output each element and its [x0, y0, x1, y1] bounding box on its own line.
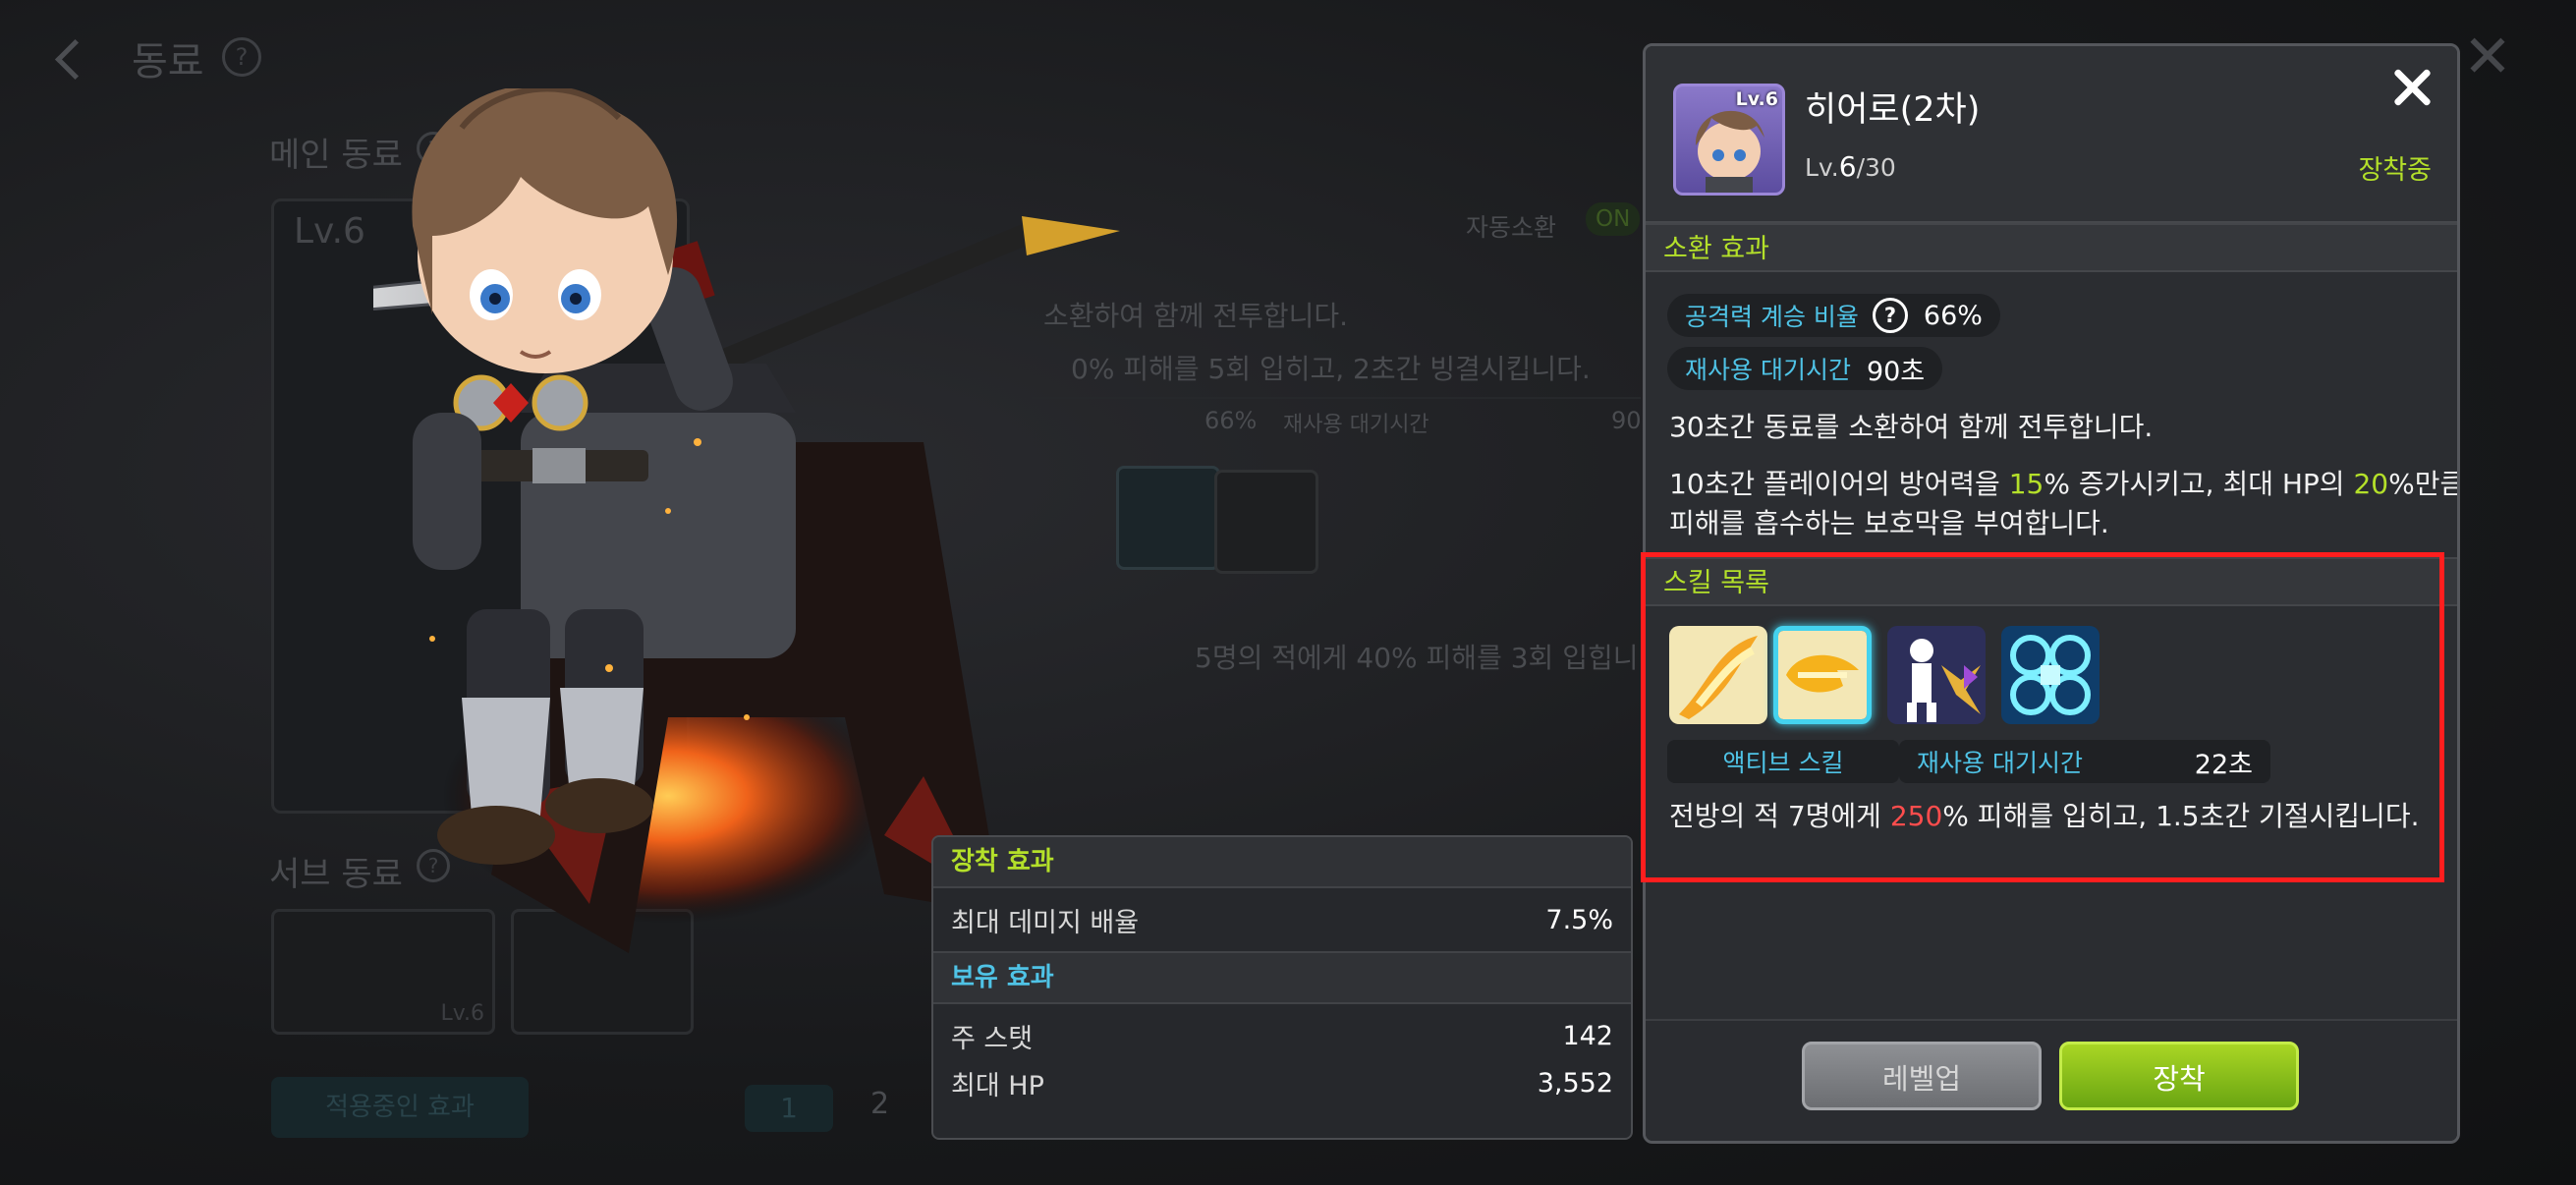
equip-effect-heading: 장착 효과: [933, 837, 1631, 888]
cooldown-label: 재사용 대기시간: [1685, 356, 1851, 384]
level-max: /30: [1856, 153, 1896, 182]
stat-value: 142: [1562, 1020, 1613, 1051]
stat-value: 3,552: [1537, 1067, 1613, 1099]
help-icon[interactable]: ?: [222, 37, 261, 77]
equip-effect-tooltip: 장착 효과 최대 데미지 배율 7.5% 보유 효과 주 스탯 142 최대 H…: [931, 835, 1633, 1140]
cooldown-value: 90초: [1866, 356, 1926, 387]
close-icon[interactable]: ✕: [2458, 28, 2517, 86]
card-level: Lv.6: [294, 211, 365, 252]
skill-crest-icon[interactable]: [2001, 626, 2100, 724]
equipped-status: 장착중: [2358, 155, 2432, 186]
level-prefix: Lv.: [1805, 153, 1839, 182]
summon-description: 피해를 흡수하는 보호막을 부여합니다.: [1669, 507, 2109, 539]
companion-level: Lv.6/30: [1805, 150, 1896, 183]
stat-label: 최대 HP: [951, 1070, 1044, 1101]
back-arrow-icon[interactable]: [51, 29, 90, 88]
skill-list-heading: 스킬 목록: [1646, 557, 2457, 606]
summon-effect-heading: 소환 효과: [1646, 223, 2457, 272]
skill-rush-icon[interactable]: [1773, 626, 1872, 724]
applied-effects-button[interactable]: 적용중인 효과: [271, 1077, 529, 1138]
auto-summon-toggle[interactable]: ON: [1586, 202, 1641, 236]
close-icon[interactable]: [2384, 60, 2439, 115]
panel-footer: [1646, 1019, 2457, 1141]
skill-description: 전방의 적 7명에게 250% 피해를 입히고, 1.5초간 기절시킵니다.: [1669, 800, 2420, 832]
page-title: 동료: [132, 39, 204, 85]
page-1-button[interactable]: 1: [745, 1085, 833, 1132]
attack-ratio-label: 공격력 계승 비율: [1685, 303, 1859, 331]
stat-row: 최대 HP 3,552: [933, 1059, 1631, 1106]
attack-ratio-value: 66%: [1923, 300, 1983, 331]
skill-cooldown-tag: 재사용 대기시간 22초: [1899, 740, 2270, 783]
stat-label: 최대 데미지 배율: [951, 907, 1140, 938]
summon-description: 30초간 동료를 소환하여 함께 전투합니다.: [1669, 411, 2154, 443]
skill-warrior-icon[interactable]: [1887, 626, 1986, 724]
dim-cooldown-value: 90: [1611, 407, 1642, 434]
companion-portrait: Lv.6: [1673, 84, 1785, 196]
stat-row: 주 스탯 142: [933, 1012, 1631, 1059]
cooldown-tag: 재사용 대기시간 90초: [1667, 347, 1943, 390]
auto-summon-label: 자동소환: [1466, 213, 1557, 242]
owned-effect-heading: 보유 효과: [933, 951, 1631, 1004]
help-icon[interactable]: ?: [1872, 298, 1908, 333]
summon-description: 10초간 플레이어의 방어력을 15% 증가시키고, 최대 HP의 20%만큼: [1669, 468, 2460, 500]
skill-type-tag: 액티브 스킬: [1667, 740, 1899, 783]
stat-label: 주 스탯: [951, 1023, 1034, 1054]
portrait-level: Lv.6: [1735, 88, 1778, 110]
companion-name: 히어로(2차): [1805, 90, 1981, 130]
stat-value: 7.5%: [1545, 904, 1613, 935]
skill-slash-icon[interactable]: [1669, 626, 1767, 724]
page-2-button[interactable]: 2: [870, 1087, 889, 1121]
panel-header: Lv.6 히어로(2차) Lv.6/30 장착중: [1646, 46, 2457, 223]
level-current: 6: [1838, 150, 1857, 183]
equip-button[interactable]: 장착: [2059, 1042, 2299, 1110]
level-up-button[interactable]: 레벨업: [1802, 1042, 2042, 1110]
companion-detail-panel: Lv.6 히어로(2차) Lv.6/30 장착중 소환 효과 공격력 계승 비율…: [1643, 43, 2460, 1144]
stat-row: 최대 데미지 배율 7.5%: [933, 888, 1631, 951]
attack-ratio-tag: 공격력 계승 비율 ? 66%: [1667, 294, 2000, 337]
